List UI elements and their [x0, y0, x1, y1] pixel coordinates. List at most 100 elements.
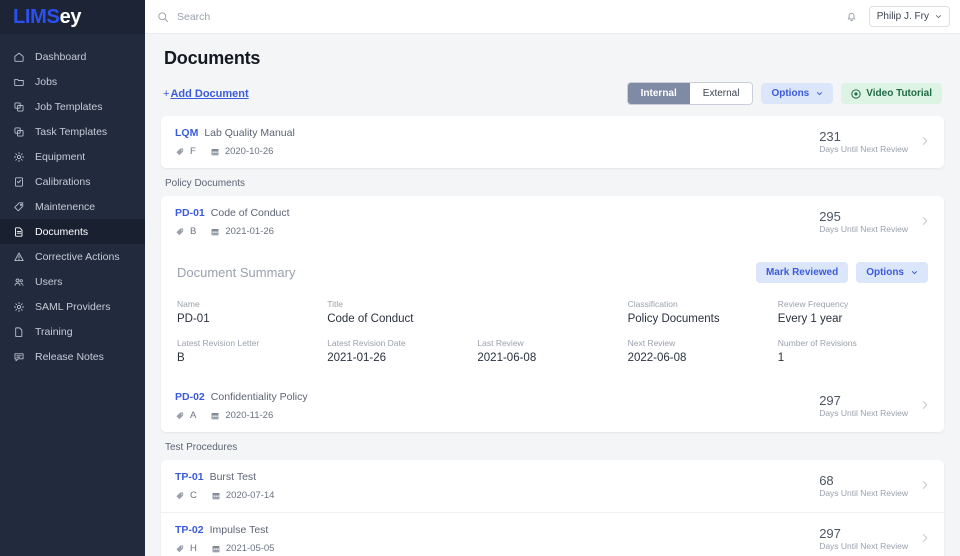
add-document-label: Add Document: [170, 88, 248, 100]
chevron-down-icon: [935, 13, 942, 20]
app-logo[interactable]: LIMSey: [0, 0, 145, 34]
days-until-review: 297Days Until Next Review: [819, 527, 908, 552]
summary-field: Latest Revision LetterB: [177, 338, 327, 364]
document-code[interactable]: LQM: [175, 127, 198, 139]
document-row-info: LQMLab Quality ManualF2020-10-26: [175, 127, 819, 157]
document-code[interactable]: TP-01: [175, 471, 204, 483]
sidebar-item-calibrations[interactable]: Calibrations: [0, 169, 145, 194]
sidebar-item-release-notes[interactable]: Release Notes: [0, 344, 145, 369]
group-label: Test Procedures: [165, 442, 944, 453]
top-bar-right: Philip J. Fry: [845, 6, 950, 27]
summary-title: Document Summary: [177, 265, 295, 280]
chevron-right-icon[interactable]: [920, 133, 930, 151]
document-row[interactable]: PD-01Code of ConductB2021-01-26295Days U…: [161, 196, 944, 248]
chevron-right-icon[interactable]: [920, 397, 930, 415]
sidebar-item-jobs[interactable]: Jobs: [0, 69, 145, 94]
sidebar-item-task-templates[interactable]: Task Templates: [0, 119, 145, 144]
sidebar-item-job-templates[interactable]: Job Templates: [0, 94, 145, 119]
user-menu[interactable]: Philip J. Fry: [869, 6, 950, 27]
document-code[interactable]: PD-01: [175, 207, 205, 219]
sidebar-item-equipment[interactable]: Equipment: [0, 144, 145, 169]
document-row[interactable]: TP-02Impulse TestH2021-05-05297Days Unti…: [161, 512, 944, 556]
document-code[interactable]: TP-02: [175, 524, 204, 536]
plus-icon: +: [163, 88, 169, 100]
document-row-info: TP-02Impulse TestH2021-05-05: [175, 524, 819, 554]
add-document-link[interactable]: + Add Document: [163, 88, 249, 100]
top-bar: Philip J. Fry: [145, 0, 960, 34]
document-row-info: PD-01Code of ConductB2021-01-26: [175, 207, 819, 237]
calendar-icon: [210, 147, 220, 157]
sidebar-item-dashboard[interactable]: Dashboard: [0, 44, 145, 69]
toolbar-actions: Internal External Options Video Tutorial: [627, 82, 942, 105]
mark-reviewed-button[interactable]: Mark Reviewed: [756, 262, 848, 283]
days-count: 68: [819, 474, 908, 489]
sidebar-item-saml-providers[interactable]: SAML Providers: [0, 294, 145, 319]
options-button[interactable]: Options: [761, 83, 833, 104]
summary-field-label: Title: [327, 299, 477, 309]
summary-field: Number of Revisions 1: [778, 338, 928, 364]
options-button-label: Options: [771, 88, 809, 99]
sidebar-item-users[interactable]: Users: [0, 269, 145, 294]
sidebar-item-label: Documents: [35, 226, 88, 238]
days-label: Days Until Next Review: [819, 488, 908, 498]
tab-internal[interactable]: Internal: [628, 83, 690, 104]
search-input[interactable]: [177, 11, 377, 23]
document-row[interactable]: PD-02Confidentiality PolicyA2020-11-2629…: [161, 380, 944, 432]
summary-field: TitleCode of Conduct: [327, 299, 477, 325]
summary-options-button[interactable]: Options: [856, 262, 928, 283]
document-row[interactable]: TP-01Burst TestC2020-07-1468Days Until N…: [161, 460, 944, 512]
document-code[interactable]: PD-02: [175, 391, 205, 403]
video-tutorial-button[interactable]: Video Tutorial: [841, 83, 942, 104]
sidebar-item-label: Equipment: [35, 151, 85, 163]
logo-primary-text: LIMS: [13, 6, 60, 28]
document-row[interactable]: LQMLab Quality ManualF2020-10-26231Days …: [161, 116, 944, 168]
summary-field-label: Next Review: [628, 338, 778, 348]
summary-field: Next Review 2022-06-08: [628, 338, 778, 364]
search-icon: [157, 11, 169, 23]
sidebar-item-label: Maintenence: [35, 201, 95, 213]
sidebar-item-training[interactable]: Training: [0, 319, 145, 344]
tag-icon: [175, 411, 185, 421]
sidebar-item-maintenence[interactable]: Maintenence: [0, 194, 145, 219]
sidebar-nav: DashboardJobsJob TemplatesTask Templates…: [0, 34, 145, 369]
summary-field-value: 2021-01-26: [327, 352, 477, 364]
sidebar-item-label: Users: [35, 276, 62, 288]
days-count: 297: [819, 527, 908, 542]
summary-field-value: Every 1 year: [778, 313, 928, 325]
warning-icon: [12, 250, 25, 263]
group-label: Policy Documents: [165, 178, 944, 189]
sidebar-item-documents[interactable]: Documents: [0, 219, 145, 244]
summary-field-value: PD-01: [177, 313, 327, 325]
gear-icon: [12, 150, 25, 163]
days-count: 297: [819, 394, 908, 409]
summary-field: Review Frequency Every 1 year: [778, 299, 928, 325]
days-label: Days Until Next Review: [819, 408, 908, 418]
internal-external-toggle[interactable]: Internal External: [627, 82, 754, 105]
sidebar-item-corrective-actions[interactable]: Corrective Actions: [0, 244, 145, 269]
chevron-right-icon[interactable]: [920, 530, 930, 548]
document-date: 2020-10-26: [210, 146, 274, 157]
summary-field-label: Last Review: [477, 338, 627, 348]
summary-field-label: Number of Revisions: [778, 338, 928, 348]
revision-letter: B: [190, 226, 196, 237]
notifications-bell-icon[interactable]: [845, 10, 858, 23]
checklist-icon: [12, 175, 25, 188]
summary-options-label: Options: [866, 267, 904, 278]
document-revision: F: [175, 146, 196, 157]
document-icon: [12, 225, 25, 238]
days-label: Days Until Next Review: [819, 144, 908, 154]
summary-field-value: 2022-06-08: [628, 352, 778, 364]
summary-field-value: 2021-06-08: [477, 352, 627, 364]
document-revision: B: [175, 226, 196, 237]
page-title: Documents: [164, 48, 944, 69]
summary-field-value: 1: [778, 352, 928, 364]
app-root: LIMSey DashboardJobsJob TemplatesTask Te…: [0, 0, 960, 556]
chevron-right-icon[interactable]: [920, 477, 930, 495]
search-box[interactable]: [157, 11, 845, 23]
tab-external[interactable]: External: [690, 83, 753, 104]
summary-field-label: Review Frequency: [778, 299, 928, 309]
comment-icon: [12, 350, 25, 363]
chevron-right-icon[interactable]: [920, 213, 930, 231]
copy-icon: [12, 100, 25, 113]
user-name-label: Philip J. Fry: [877, 11, 929, 22]
